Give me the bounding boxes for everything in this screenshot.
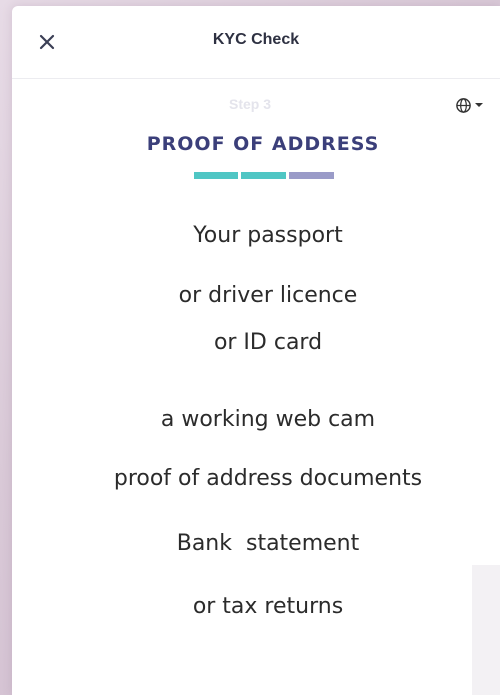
section-title: PROOF OF ADDRESS [146, 133, 380, 155]
requirement-item: a working web cam [160, 407, 376, 432]
requirement-item: or ID card [213, 330, 323, 355]
progress-segment-2 [241, 172, 286, 179]
progress-segment-3 [289, 172, 334, 179]
step-label: Step 3 [228, 96, 271, 112]
kyc-header: KYC Check [12, 6, 500, 79]
requirement-item: or tax returns [192, 594, 344, 619]
background-card-edge [472, 565, 500, 695]
progress-segment-1 [194, 172, 238, 179]
requirement-item: Your passport [193, 223, 343, 248]
requirement-item: or driver licence [178, 283, 358, 308]
header-title: KYC Check [212, 31, 300, 48]
requirement-item: Bank statement [176, 531, 360, 556]
requirement-item: proof of address documents [113, 466, 423, 491]
